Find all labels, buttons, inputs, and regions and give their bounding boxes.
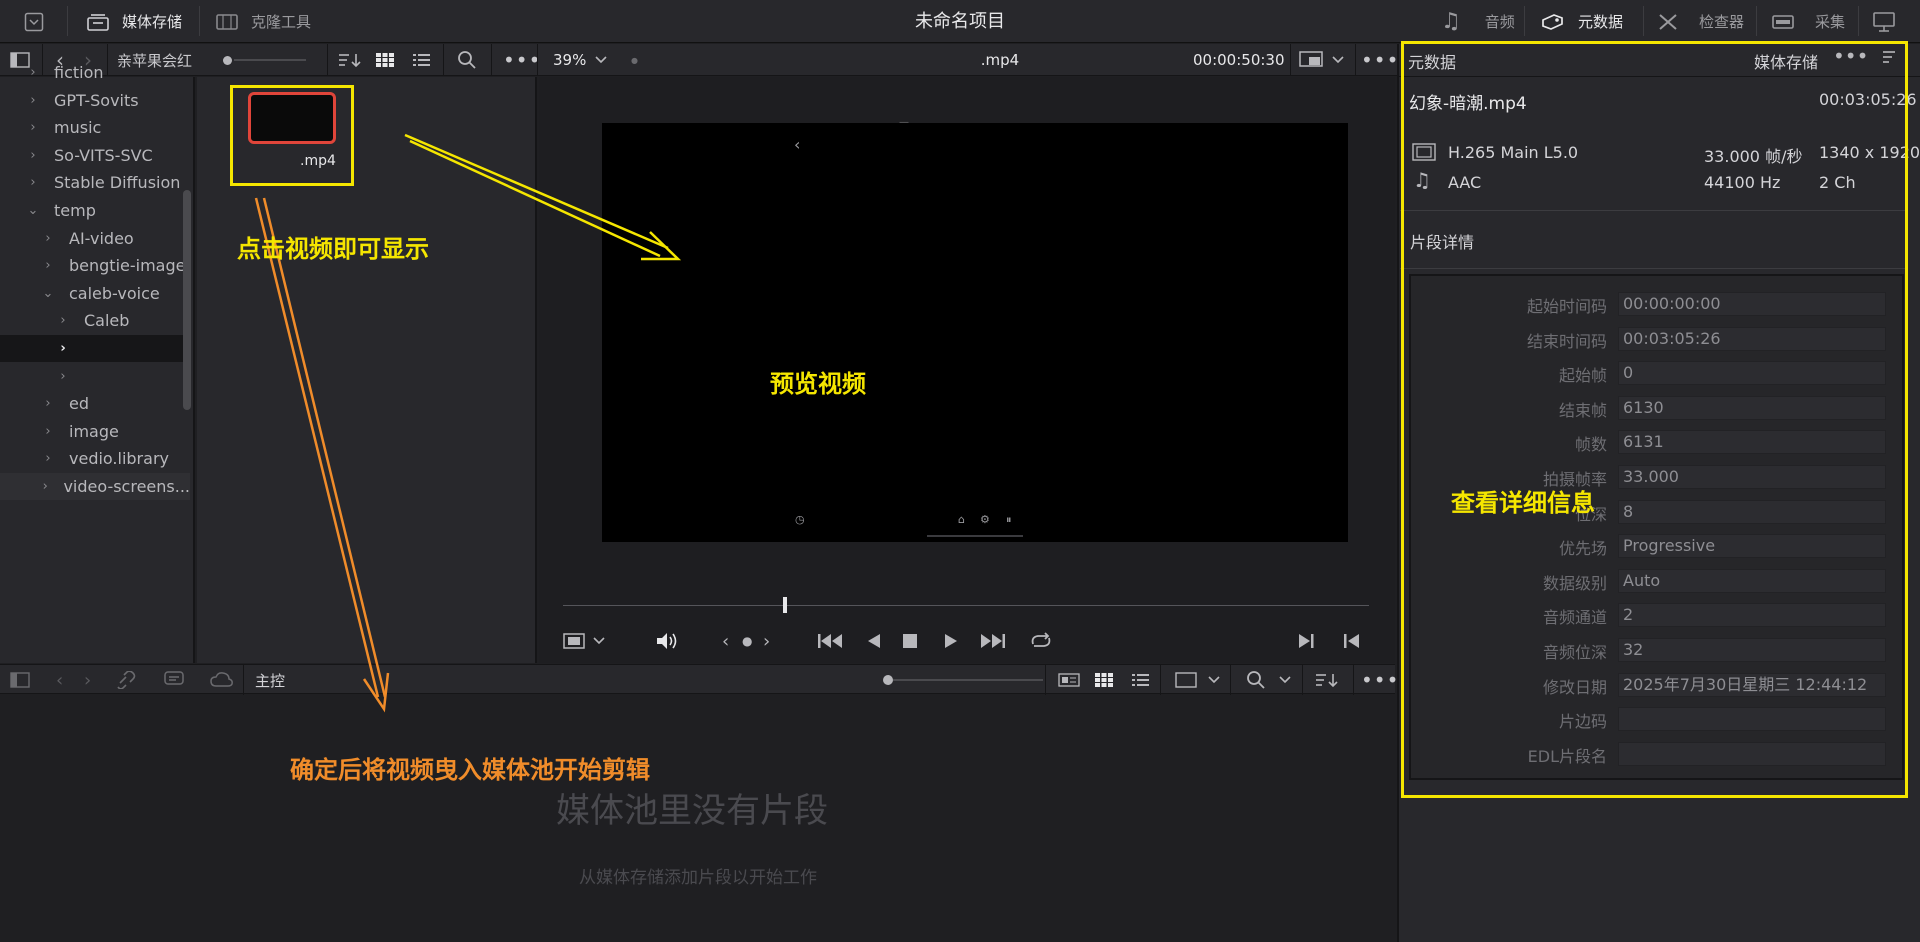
annotation-arrows — [254, 133, 682, 713]
annotation-drag-to-pool: 确定后将视频曳入媒体池开始剪辑 — [290, 756, 650, 784]
arrow-to-pool — [254, 197, 390, 713]
annotation-preview: 预览视频 — [770, 370, 866, 398]
annotation-view-details: 查看详细信息 — [1451, 489, 1595, 517]
annotation-click-to-show: 点击视频即可显示 — [237, 235, 429, 263]
arrow-to-preview — [404, 133, 682, 261]
